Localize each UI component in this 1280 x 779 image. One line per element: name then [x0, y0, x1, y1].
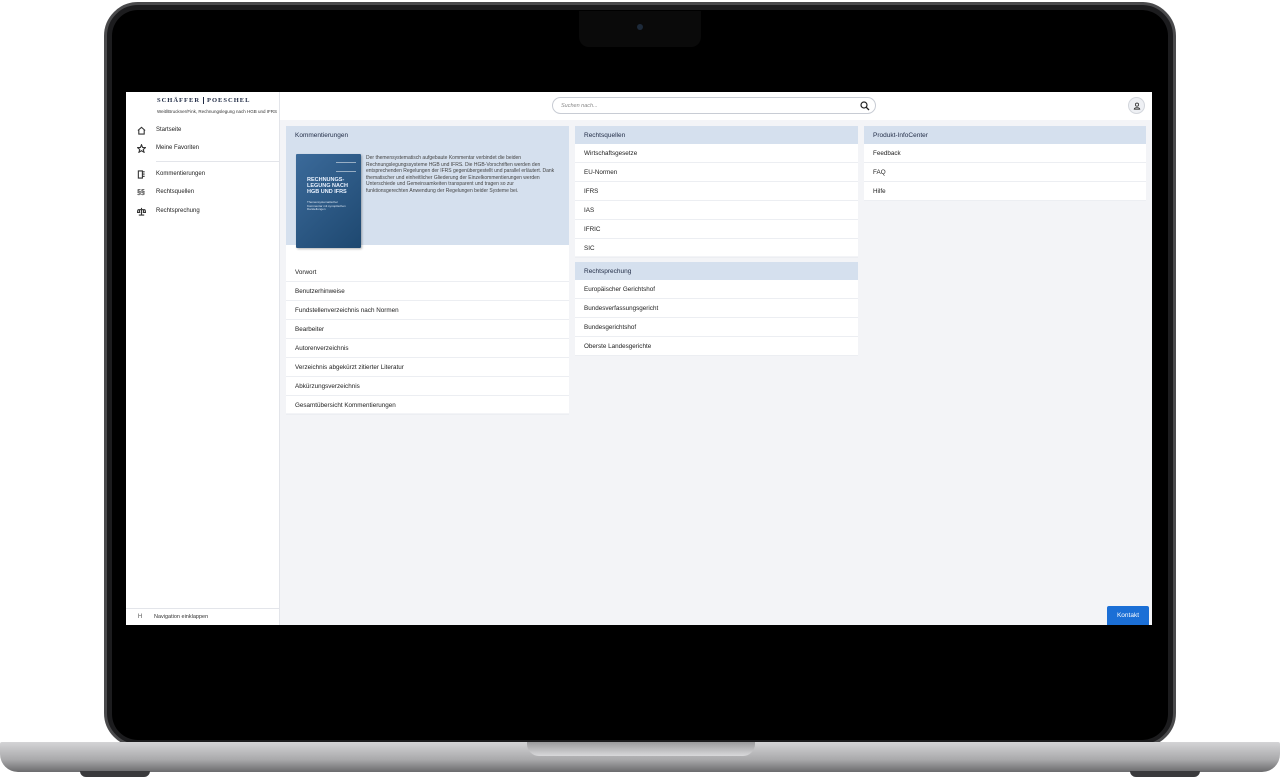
- list-item[interactable]: Vorwort: [286, 263, 569, 282]
- sidebar-item-rechtsprechung[interactable]: Rechtsprechung: [126, 203, 280, 219]
- sidebar-item-label: Startseite: [156, 127, 182, 133]
- sidebar-item-kommentierungen[interactable]: Kommentierungen: [126, 166, 280, 182]
- sidebar-item-startseite[interactable]: Startseite: [126, 122, 280, 138]
- list-item[interactable]: Benutzerhinweise: [286, 282, 569, 301]
- rechtsquellen-header[interactable]: Rechtsquellen: [575, 126, 858, 144]
- list-item[interactable]: Autorenverzeichnis: [286, 339, 569, 358]
- search-input[interactable]: [561, 102, 841, 109]
- list-item[interactable]: IFRS: [575, 182, 858, 201]
- list-item[interactable]: SIC: [575, 239, 858, 258]
- book-authors-band: [336, 162, 356, 172]
- sidebar-item-favoriten[interactable]: Meine Favoriten: [126, 140, 280, 156]
- list-item[interactable]: Feedback: [864, 144, 1146, 163]
- camera-icon: [637, 24, 643, 30]
- laptop-foot-right: [1130, 771, 1200, 777]
- kontakt-button[interactable]: Kontakt: [1107, 606, 1149, 625]
- sidebar-item-label: Rechtsprechung: [156, 208, 200, 214]
- top-bar: [280, 92, 1152, 120]
- sidebar-item-label: Rechtsquellen: [156, 189, 195, 195]
- rechtsprechung-header[interactable]: Rechtsprechung: [575, 262, 858, 280]
- screen: SCHÄFFER POESCHEL Weitl/Bruckner/Fink, Re…: [126, 92, 1152, 625]
- brand-subtitle: Weitl/Bruckner/Fink, Rechnungslegung nac…: [157, 109, 277, 115]
- book-icon: [126, 169, 156, 179]
- book-cover-image[interactable]: RECHNUNGS-LEGUNG NACH HGB UND IFRS Theme…: [296, 154, 361, 248]
- list-item[interactable]: Wirtschaftsgesetze: [575, 144, 858, 163]
- rechtsquellen-panel: Rechtsquellen Wirtschaftsgesetze EU-Norm…: [575, 126, 858, 258]
- sidebar-item-rechtsquellen[interactable]: §§ Rechtsquellen: [126, 184, 280, 200]
- rechtsprechung-panel: Rechtsprechung Europäischer Gerichtshof …: [575, 262, 858, 356]
- search-icon[interactable]: [860, 101, 870, 111]
- list-item[interactable]: Fundstellenverzeichnis nach Normen: [286, 301, 569, 320]
- book-cover-subtitle: Themensystematischer Kommentar mit synop…: [307, 200, 346, 211]
- sidebar-divider: [156, 161, 280, 162]
- list-item[interactable]: FAQ: [864, 163, 1146, 182]
- star-icon: [126, 143, 156, 153]
- infocenter-panel: Produkt-InfoCenter Feedback FAQ Hilfe: [864, 126, 1146, 201]
- infocenter-header[interactable]: Produkt-InfoCenter: [864, 126, 1146, 144]
- paragraph-icon: §§: [137, 188, 145, 196]
- list-item[interactable]: EU-Normen: [575, 163, 858, 182]
- brand-name-right: POESCHEL: [207, 97, 251, 104]
- home-icon: [126, 126, 156, 135]
- list-item[interactable]: Hilfe: [864, 182, 1146, 201]
- sidebar: SCHÄFFER POESCHEL Weitl/Bruckner/Fink, Re…: [126, 92, 280, 625]
- user-avatar-button[interactable]: [1128, 97, 1145, 114]
- list-item[interactable]: IAS: [575, 201, 858, 220]
- list-item[interactable]: Bearbeiter: [286, 320, 569, 339]
- list-item[interactable]: Oberste Landesgerichte: [575, 337, 858, 356]
- book-cover-title: RECHNUNGS-LEGUNG NACH HGB UND IFRS: [307, 177, 348, 195]
- list-item[interactable]: Abkürzungsverzeichnis: [286, 377, 569, 396]
- list-item[interactable]: Verzeichnis abgekürzt zitierter Literatu…: [286, 358, 569, 377]
- list-item[interactable]: Bundesverfassungsgericht: [575, 299, 858, 318]
- search-box: [552, 97, 876, 114]
- list-item[interactable]: IFRIC: [575, 220, 858, 239]
- brand-logo[interactable]: SCHÄFFER POESCHEL Weitl/Bruckner/Fink, Re…: [157, 97, 277, 114]
- kommentierungen-description: Der themensystematisch aufgebaute Kommen…: [366, 155, 555, 194]
- kommentierungen-panel: Kommentierungen RECHNUNGS-LEGUNG NACH HG…: [286, 126, 569, 415]
- list-item[interactable]: Bundesgerichtshof: [575, 318, 858, 337]
- collapse-icon: H: [137, 614, 143, 620]
- kommentierungen-feature: Kommentierungen RECHNUNGS-LEGUNG NACH HG…: [286, 126, 569, 248]
- list-item[interactable]: Europäischer Gerichtshof: [575, 280, 858, 299]
- kommentierungen-list: Vorwort Benutzerhinweise Fundstellenverz…: [286, 263, 569, 415]
- collapse-navigation-button[interactable]: H Navigation einklappen: [126, 608, 280, 625]
- collapse-navigation-label: Navigation einklappen: [154, 614, 209, 620]
- list-item[interactable]: Gesamtübersicht Kommentierungen: [286, 396, 569, 415]
- user-icon: [1133, 102, 1140, 110]
- brand-name-left: SCHÄFFER: [157, 97, 201, 104]
- laptop-foot-left: [80, 771, 150, 777]
- kommentierungen-header[interactable]: Kommentierungen: [286, 126, 569, 144]
- laptop-opening-groove: [527, 742, 755, 756]
- scales-icon: [126, 207, 156, 216]
- brand-separator: [203, 97, 205, 105]
- sidebar-item-label: Meine Favoriten: [156, 145, 200, 151]
- sidebar-item-label: Kommentierungen: [156, 171, 206, 177]
